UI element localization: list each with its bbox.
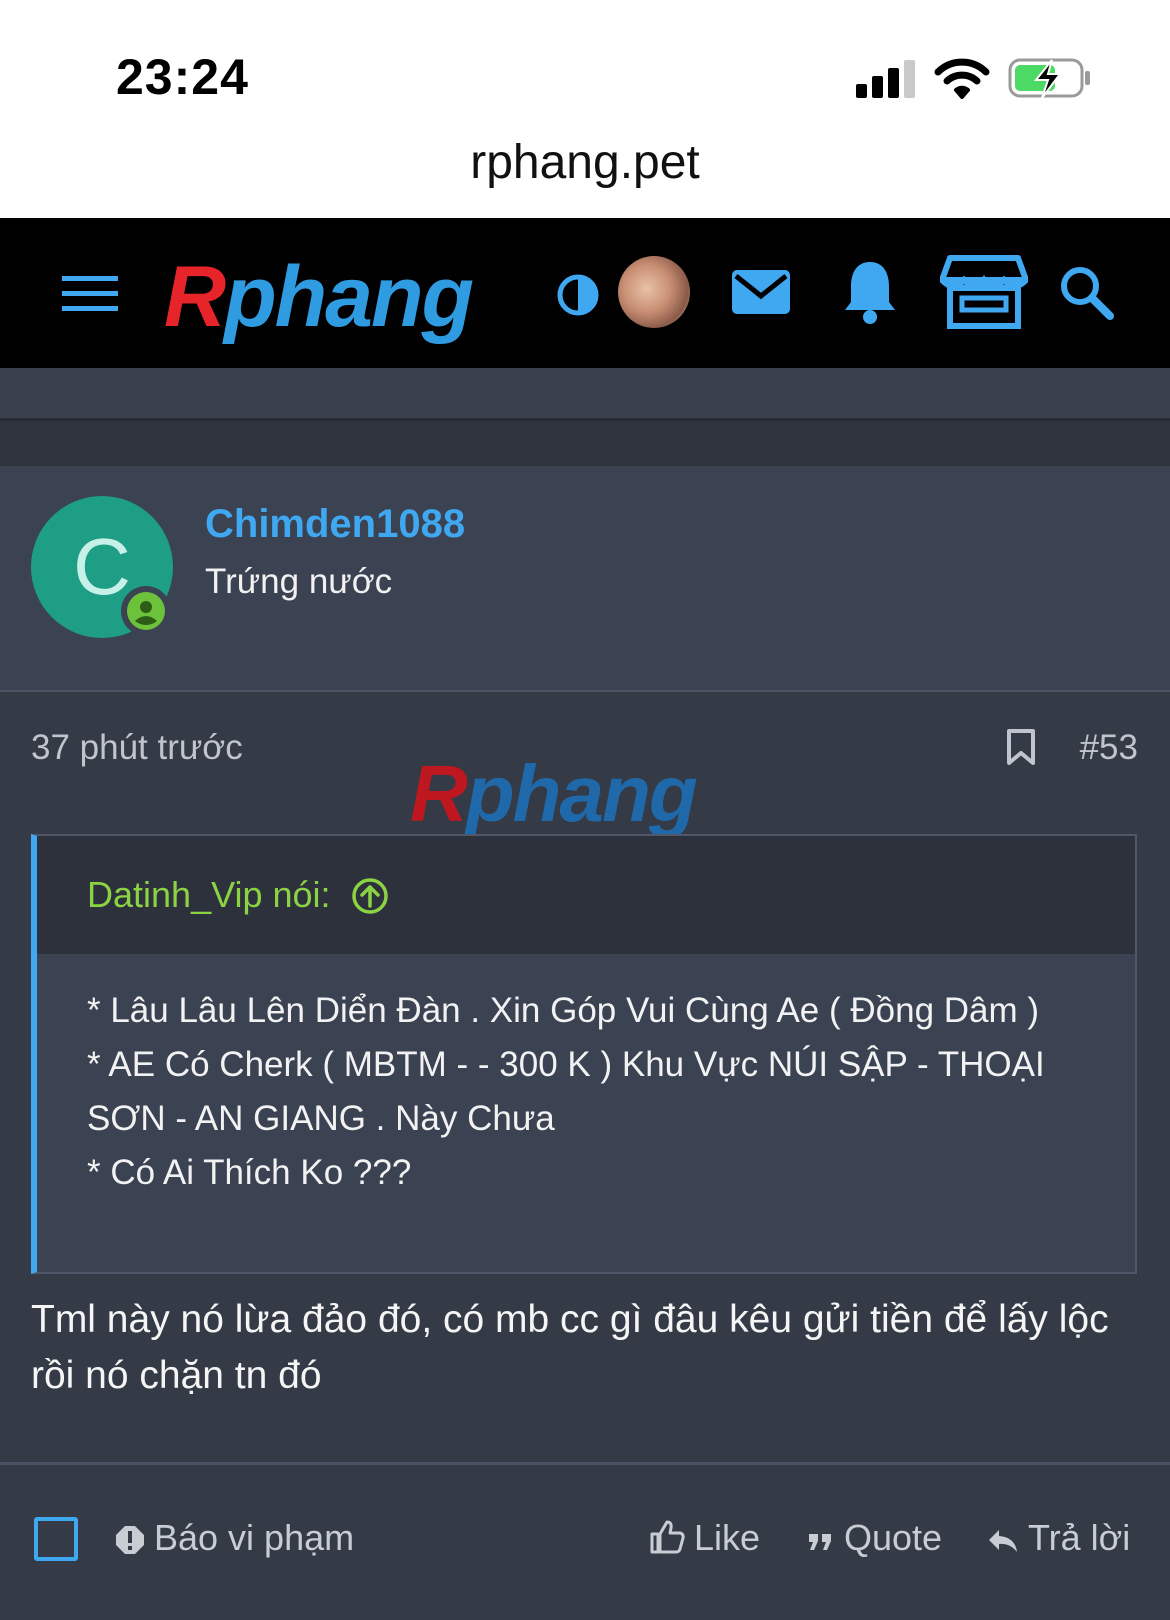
watermark-letter-r: R <box>410 749 468 838</box>
quote-line: * Lâu Lâu Lên Diển Đàn . Xin Góp Vui Cùn… <box>87 991 1040 1030</box>
report-label: Báo vi phạm <box>154 1517 355 1558</box>
post-number[interactable]: #53 <box>1080 728 1138 768</box>
status-time: 23:24 <box>116 49 249 105</box>
site-logo[interactable]: Rphang <box>164 248 474 347</box>
quote-label: Quote <box>844 1517 943 1558</box>
quote-button[interactable]: Quote <box>806 1517 942 1559</box>
reply-button[interactable]: Trả lời <box>986 1517 1130 1559</box>
jump-to-quote-icon[interactable] <box>351 877 389 915</box>
logo-text: phang <box>224 249 474 345</box>
quote-body: * Lâu Lâu Lên Diển Đàn . Xin Góp Vui Cùn… <box>87 984 1087 1200</box>
browser-url[interactable]: rphang.pet <box>0 135 1170 190</box>
rphang-watermark: Rphang <box>410 748 698 840</box>
author-avatar-initial: C <box>73 522 131 611</box>
status-bar: 23:24 rphang.pet <box>0 0 1170 218</box>
battery-charging-icon <box>1008 58 1090 99</box>
quote-line: * Có Ai Thích Ko ??? <box>87 1153 412 1192</box>
quote-header[interactable]: Datinh_Vip nói: <box>37 836 1135 954</box>
quote-line: * AE Có Cherk ( MBTM - - 300 K ) Khu Vực… <box>87 1045 1055 1138</box>
store-icon[interactable] <box>940 254 1028 330</box>
notifications-bell-icon[interactable] <box>842 258 898 326</box>
post-content-area: 37 phút trước #53 Rphang Datinh_Vip nói:… <box>0 692 1170 1462</box>
quote-author[interactable]: Datinh_Vip nói: <box>87 874 389 916</box>
menu-icon[interactable] <box>62 274 118 314</box>
post-author-panel: C Chimden1088 Trứng nước <box>0 466 1170 692</box>
mail-icon[interactable] <box>730 266 792 318</box>
post-timestamp[interactable]: 37 phút trước <box>31 728 243 768</box>
post-actions-bar: Báo vi phạm Like Quote Trả lời <box>0 1462 1170 1620</box>
report-button[interactable]: Báo vi phạm <box>114 1517 354 1559</box>
site-header: Rphang <box>0 218 1170 368</box>
quote-marks-icon <box>809 1534 831 1550</box>
like-label: Like <box>694 1517 761 1558</box>
author-user-title: Trứng nước <box>205 562 393 601</box>
sub-navigation-bar <box>0 368 1170 421</box>
select-post-checkbox[interactable] <box>34 1517 78 1561</box>
author-username[interactable]: Chimden1088 <box>205 502 465 547</box>
online-status-badge <box>121 586 171 636</box>
cellular-signal-icon <box>856 58 916 98</box>
watermark-text: phang <box>465 749 698 838</box>
search-icon[interactable] <box>1058 264 1114 320</box>
quote-block: Datinh_Vip nói: * Lâu Lâu Lên Diển Đàn .… <box>31 834 1137 1274</box>
user-avatar[interactable] <box>618 256 690 328</box>
online-user-icon <box>127 592 165 630</box>
thumbs-up-icon <box>650 1520 685 1554</box>
reply-label: Trả lời <box>1028 1517 1131 1558</box>
post-message-text: Tml này nó lừa đảo đó, có mb cc gì đâu k… <box>31 1298 1109 1397</box>
warning-icon <box>116 1526 144 1554</box>
quote-author-label: Datinh_Vip nói: <box>87 874 331 915</box>
bookmark-icon[interactable] <box>1006 728 1036 766</box>
like-button[interactable]: Like <box>648 1517 760 1559</box>
wifi-icon <box>934 58 990 99</box>
theme-toggle-icon[interactable] <box>557 274 599 316</box>
logo-letter-r: R <box>164 249 226 345</box>
reply-arrow-icon <box>989 1530 1017 1552</box>
